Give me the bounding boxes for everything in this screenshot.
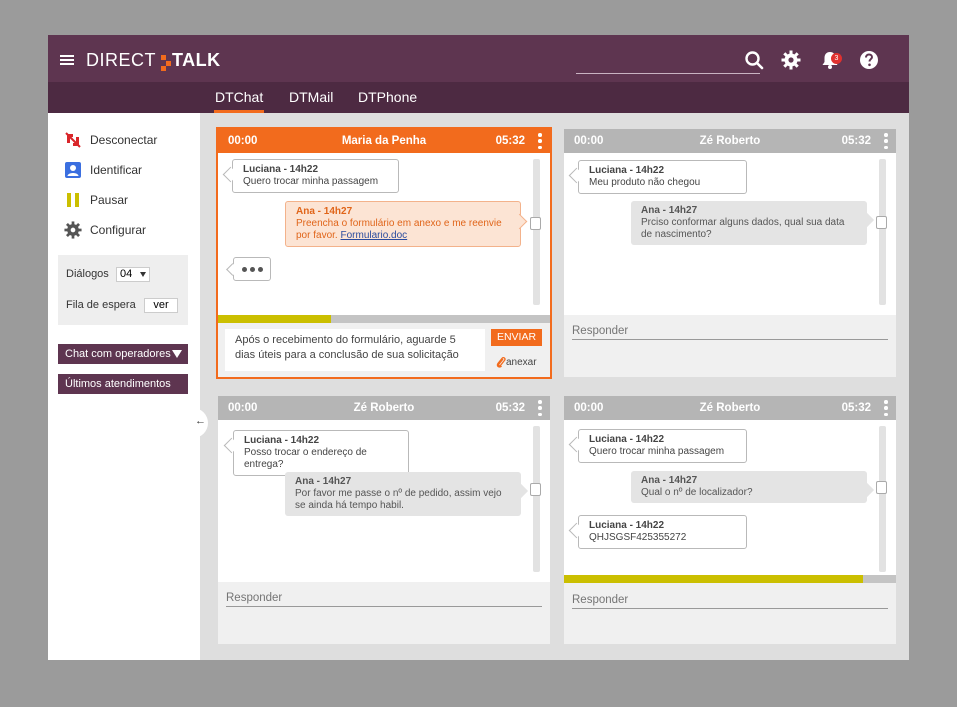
sidebar: Desconectar Identificar Pausar Configura… bbox=[48, 113, 200, 660]
chat-messages: Luciana - 14h22 Quero trocar minha passag… bbox=[564, 420, 896, 582]
message-incoming: Luciana - 14h22 Quero trocar minha passag… bbox=[578, 429, 747, 463]
queue-label: Fila de espera bbox=[66, 299, 136, 311]
compose-input[interactable]: Após o recebimento do formulário, aguard… bbox=[225, 329, 485, 371]
chevron-down-icon bbox=[140, 272, 146, 277]
queue-view-button[interactable]: ver bbox=[144, 298, 178, 313]
dialogs-select[interactable]: 04 bbox=[116, 267, 150, 282]
dialogs-panel: Diálogos 04 Fila de espera ver bbox=[58, 255, 188, 325]
scrollbar[interactable] bbox=[876, 159, 887, 305]
message-outgoing: Ana - 14h27 Preencha o formulário em anex… bbox=[285, 201, 521, 247]
chat-timer: 05:32 bbox=[495, 135, 525, 147]
chat-window[interactable]: 00:00 Zé Roberto 05:32 Luciana - 14h22 Qu… bbox=[564, 396, 896, 644]
message-incoming: Luciana - 14h22 QHJSGSF425355272 bbox=[578, 515, 747, 549]
search-input[interactable] bbox=[576, 73, 760, 74]
top-header: DIRECT TALK 3 bbox=[48, 35, 909, 82]
tab-dtphone[interactable]: DTPhone bbox=[358, 89, 417, 105]
chat-header: 00:00 Maria da Penha 05:32 bbox=[218, 129, 550, 153]
message-outgoing: Ana - 14h27 Prciso conformar alguns dados… bbox=[631, 201, 867, 245]
reply-input[interactable] bbox=[572, 594, 888, 609]
logo-mark-icon bbox=[157, 52, 171, 71]
tab-dtchat[interactable]: DTChat bbox=[213, 89, 265, 113]
more-options-icon[interactable] bbox=[538, 133, 542, 149]
message-outgoing: Ana - 14h27 Qual o nº de localizador? bbox=[631, 471, 867, 503]
typing-indicator bbox=[233, 257, 271, 281]
chat-grid: 00:00 Maria da Penha 05:32 Luciana - 14h… bbox=[192, 113, 909, 660]
attachment-link[interactable]: Formulario.doc bbox=[340, 230, 407, 241]
more-options-icon[interactable] bbox=[538, 400, 542, 416]
identify-icon bbox=[64, 161, 82, 179]
chat-progress-bar bbox=[218, 315, 550, 323]
reply-area bbox=[218, 582, 550, 644]
paperclip-icon bbox=[496, 356, 506, 368]
chat-window[interactable]: 00:00 Zé Roberto 05:32 Luciana - 14h22 Me… bbox=[564, 129, 896, 377]
chat-timer: 05:32 bbox=[841, 402, 871, 414]
help-icon[interactable] bbox=[859, 50, 879, 70]
chat-messages: Luciana - 14h22 Posso trocar o endereço d… bbox=[218, 420, 550, 582]
compose-area: Após o recebimento do formulário, aguard… bbox=[218, 323, 550, 377]
dialogs-label: Diálogos bbox=[66, 268, 109, 280]
more-options-icon[interactable] bbox=[884, 400, 888, 416]
chat-window[interactable]: 00:00 Maria da Penha 05:32 Luciana - 14h… bbox=[218, 129, 550, 377]
message-outgoing: Ana - 14h27 Por favor me passe o nº de pe… bbox=[285, 472, 521, 516]
disconnect-icon bbox=[64, 131, 82, 149]
sidebar-item-configure[interactable]: Configurar bbox=[64, 220, 146, 240]
arrow-left-icon: ← bbox=[195, 415, 206, 427]
brand-logo: DIRECT TALK bbox=[86, 50, 221, 71]
gear-icon[interactable] bbox=[781, 50, 801, 70]
chat-progress-bar bbox=[564, 575, 896, 583]
reply-area bbox=[564, 583, 896, 644]
gear-icon bbox=[64, 221, 82, 239]
pause-icon bbox=[64, 191, 82, 209]
more-options-icon[interactable] bbox=[884, 133, 888, 149]
scrollbar[interactable] bbox=[876, 426, 887, 572]
notification-badge: 3 bbox=[831, 53, 842, 64]
app-window: DIRECT TALK 3 DTChat DTMail DTPhone Desc… bbox=[48, 35, 909, 660]
menu-icon[interactable] bbox=[60, 55, 74, 65]
sidebar-item-identify[interactable]: Identificar bbox=[64, 160, 142, 180]
chat-messages: Luciana - 14h22 Quero trocar minha passag… bbox=[218, 153, 550, 315]
collapse-sidebar-button[interactable]: ← bbox=[192, 408, 208, 438]
product-tabs: DTChat DTMail DTPhone bbox=[48, 82, 909, 113]
reply-area bbox=[564, 315, 896, 377]
chevron-down-icon bbox=[172, 350, 182, 358]
chat-window[interactable]: 00:00 Zé Roberto 05:32 Luciana - 14h22 Po… bbox=[218, 396, 550, 644]
message-incoming: Luciana - 14h22 Quero trocar minha passag… bbox=[232, 159, 399, 193]
chat-operators-button[interactable]: Chat com operadores bbox=[58, 344, 188, 364]
chat-timer: 05:32 bbox=[841, 135, 871, 147]
sidebar-item-disconnect[interactable]: Desconectar bbox=[64, 130, 157, 150]
search-icon[interactable] bbox=[744, 50, 764, 70]
message-incoming: Luciana - 14h22 Posso trocar o endereço d… bbox=[233, 430, 409, 476]
chat-header: 00:00 Zé Roberto 05:32 bbox=[218, 396, 550, 420]
reply-input[interactable] bbox=[226, 592, 542, 607]
chat-messages: Luciana - 14h22 Meu produto não chegou An… bbox=[564, 153, 896, 315]
chat-header: 00:00 Zé Roberto 05:32 bbox=[564, 396, 896, 420]
scrollbar[interactable] bbox=[530, 426, 541, 572]
tab-dtmail[interactable]: DTMail bbox=[289, 89, 333, 105]
send-button[interactable]: ENVIAR bbox=[491, 329, 542, 346]
chat-timer: 05:32 bbox=[495, 402, 525, 414]
last-attendances-button[interactable]: Últimos atendimentos bbox=[58, 374, 188, 394]
attach-button[interactable]: anexar bbox=[496, 356, 537, 368]
sidebar-item-pause[interactable]: Pausar bbox=[64, 190, 128, 210]
reply-input[interactable] bbox=[572, 325, 888, 340]
scrollbar[interactable] bbox=[530, 159, 541, 305]
message-incoming: Luciana - 14h22 Meu produto não chegou bbox=[578, 160, 747, 194]
chat-header: 00:00 Zé Roberto 05:32 bbox=[564, 129, 896, 153]
